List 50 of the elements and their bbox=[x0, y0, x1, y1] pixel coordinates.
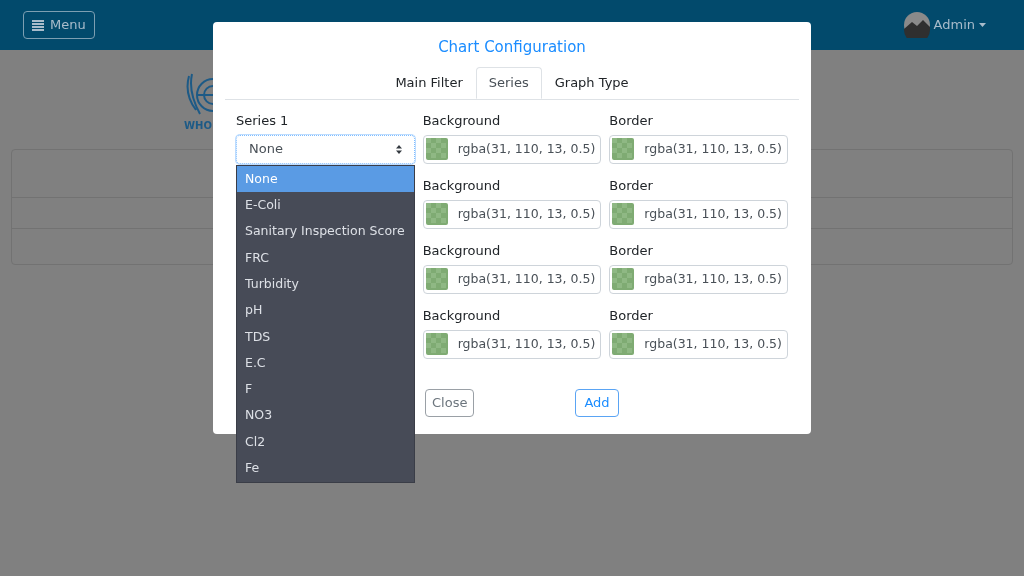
color-swatch-icon bbox=[612, 268, 635, 290]
dropdown-option[interactable]: Cl2 bbox=[237, 428, 414, 456]
dropdown-option[interactable]: pH bbox=[237, 297, 414, 324]
color-field[interactable]: rgba(31, 110, 13, 0.5) bbox=[422, 199, 602, 229]
color-swatch-icon bbox=[612, 203, 635, 225]
field-label: Border bbox=[609, 112, 654, 129]
close-button[interactable]: Close bbox=[425, 388, 475, 417]
color-field[interactable]: rgba(31, 110, 13, 0.5) bbox=[422, 264, 602, 294]
series-select[interactable]: None bbox=[236, 134, 415, 164]
dropdown-option[interactable]: E-Coli bbox=[237, 192, 414, 219]
color-swatch-icon bbox=[612, 138, 635, 160]
tab[interactable]: Series bbox=[475, 66, 542, 99]
color-field[interactable]: rgba(31, 110, 13, 0.5) bbox=[422, 329, 602, 359]
tab[interactable]: Graph Type bbox=[541, 66, 642, 99]
avatar-icon[interactable] bbox=[903, 12, 930, 38]
dropdown-option[interactable]: Sanitary Inspection Score bbox=[237, 218, 414, 245]
color-swatch-icon bbox=[425, 138, 448, 160]
color-swatch-icon bbox=[425, 268, 448, 290]
dropdown-option[interactable]: FRC bbox=[237, 244, 414, 272]
color-field[interactable]: rgba(31, 110, 13, 0.5) bbox=[609, 199, 788, 229]
color-field[interactable]: rgba(31, 110, 13, 0.5) bbox=[609, 134, 788, 164]
series-label: Series 1 bbox=[236, 112, 290, 129]
field-label: Background bbox=[422, 242, 502, 259]
field-label: Background bbox=[422, 307, 502, 324]
color-field[interactable]: rgba(31, 110, 13, 0.5) bbox=[422, 134, 602, 164]
tab[interactable]: Main Filter bbox=[382, 66, 476, 99]
menu-button[interactable]: Menu bbox=[23, 11, 95, 39]
user-menu[interactable]: Admin bbox=[933, 15, 975, 35]
dropdown-option[interactable]: E.C bbox=[237, 350, 414, 377]
logo-text: WHO bbox=[184, 120, 212, 132]
dropdown-option[interactable]: Turbidity bbox=[237, 271, 414, 298]
field-label: Background bbox=[422, 112, 502, 129]
field-label: Border bbox=[609, 307, 654, 324]
field-label: Border bbox=[609, 177, 654, 194]
color-swatch-icon bbox=[612, 333, 635, 355]
dropdown-option[interactable]: Fe bbox=[237, 455, 414, 482]
field-label: Background bbox=[422, 177, 502, 194]
sort-icon bbox=[395, 144, 402, 154]
color-field[interactable]: rgba(31, 110, 13, 0.5) bbox=[609, 264, 788, 294]
field-label: Border bbox=[609, 242, 654, 259]
color-swatch-icon bbox=[425, 333, 448, 355]
dropdown-option[interactable]: NO3 bbox=[237, 402, 414, 429]
dropdown-option[interactable]: F bbox=[237, 376, 414, 403]
modal-title: Chart Configuration bbox=[438, 37, 586, 58]
color-field[interactable]: rgba(31, 110, 13, 0.5) bbox=[609, 329, 788, 359]
add-button[interactable]: Add bbox=[575, 388, 619, 417]
color-swatch-icon bbox=[425, 203, 448, 225]
menu-icon bbox=[32, 19, 44, 31]
dropdown-option[interactable]: TDS bbox=[237, 323, 414, 351]
caret-icon bbox=[979, 23, 986, 27]
